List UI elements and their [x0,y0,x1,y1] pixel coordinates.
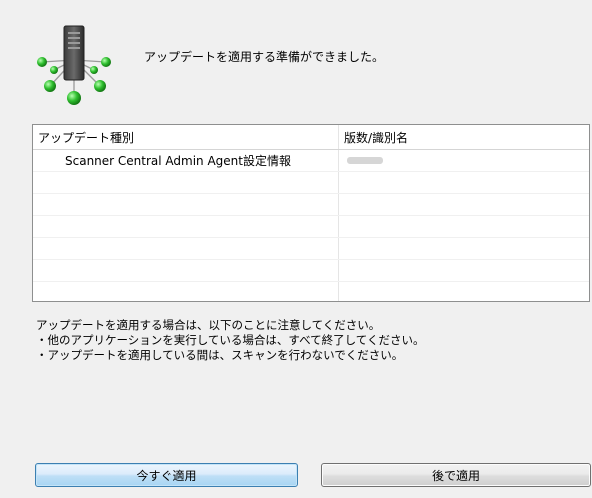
column-header-update-type[interactable]: アップデート種別 [33,125,339,149]
empty-row [33,216,589,238]
empty-row [33,172,589,194]
empty-row [33,282,589,301]
header-icon [30,20,120,110]
column-header-version[interactable]: 版数/識別名 [339,125,589,149]
update-list[interactable]: アップデート種別 版数/識別名 Scanner Central Admin Ag… [32,124,590,302]
apply-later-button[interactable]: 後で適用 [321,463,591,487]
update-type-cell: Scanner Central Admin Agent設定情報 [33,150,339,171]
apply-now-button[interactable]: 今すぐ適用 [35,463,298,487]
header-message: アップデートを適用する準備ができました。 [144,50,385,64]
empty-row [33,260,589,282]
version-cell [339,150,589,171]
note-line: アップデートを適用する場合は、以下のことに注意してください。 [36,318,381,332]
server-network-icon [37,25,111,105]
empty-row [33,238,589,260]
empty-row [33,194,589,216]
table-row[interactable]: Scanner Central Admin Agent設定情報 [33,150,589,172]
list-header: アップデート種別 版数/識別名 [33,125,589,150]
note-line: ・アップデートを適用している間は、スキャンを行わないでください。 [36,348,404,362]
note-line: ・他のアプリケーションを実行している場合は、すべて終了してください。 [36,333,425,347]
redacted-version [347,157,383,164]
notes: アップデートを適用する場合は、以下のことに注意してください。 ・他のアプリケーシ… [36,318,424,363]
